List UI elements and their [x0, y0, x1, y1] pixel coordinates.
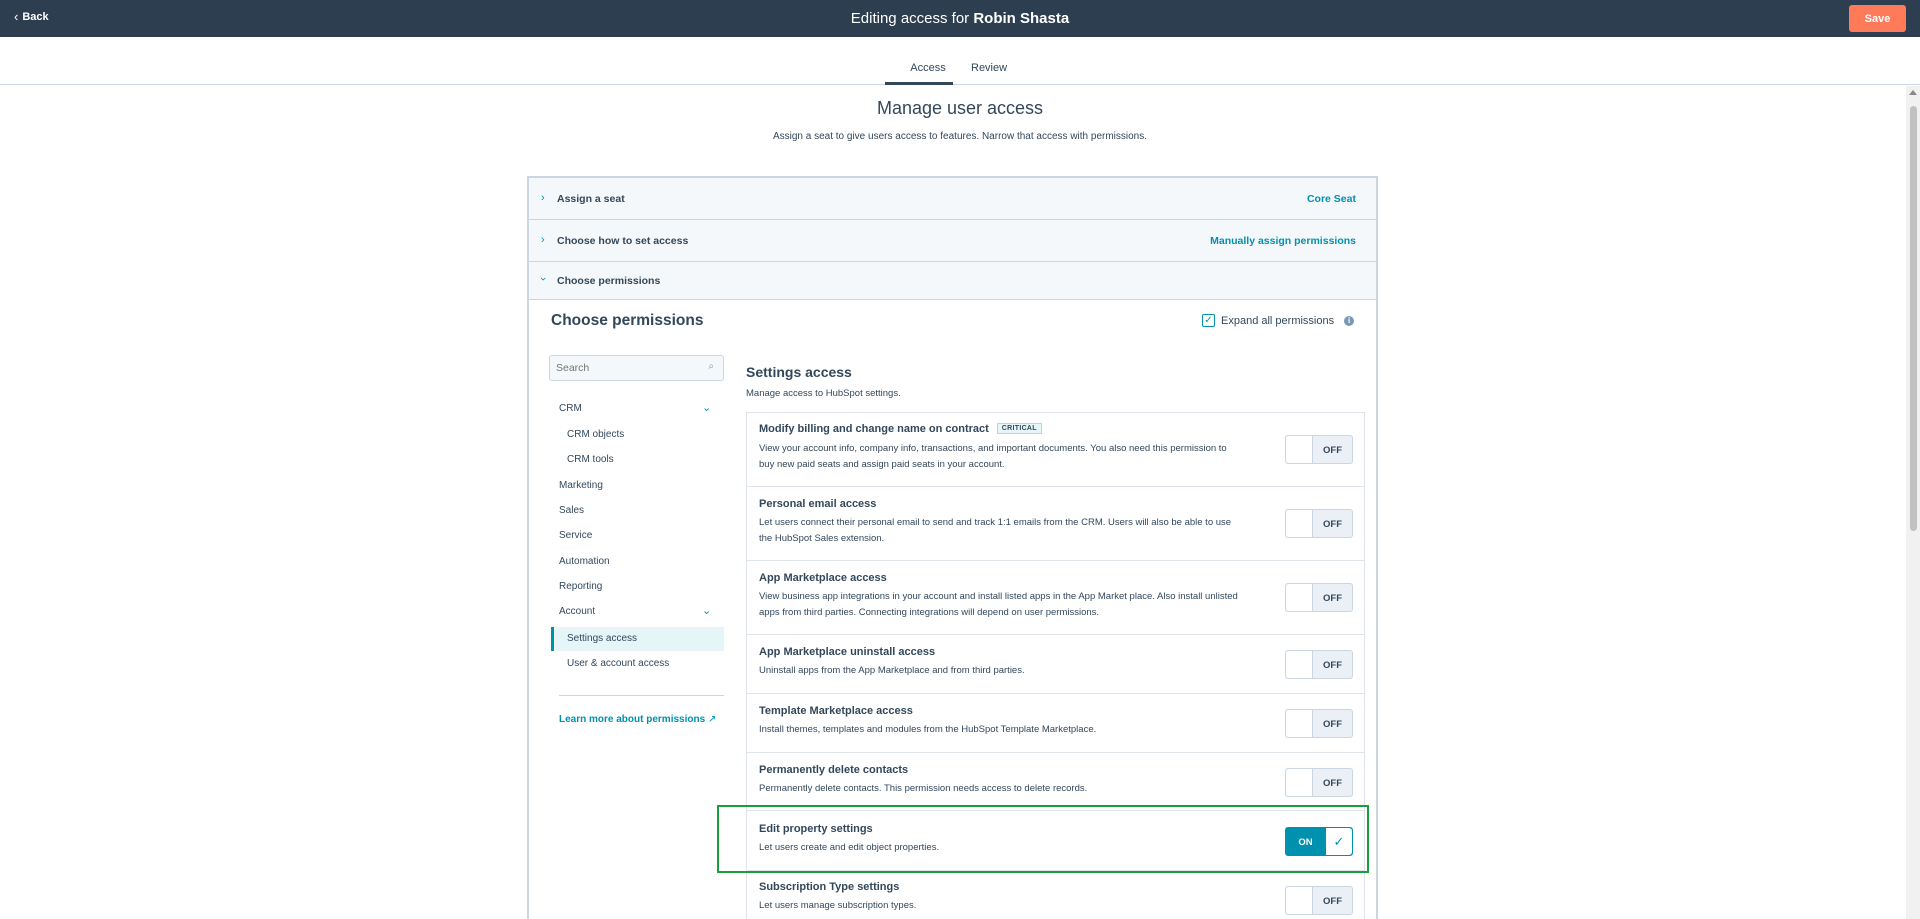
highlight-box	[717, 805, 1369, 873]
info-icon[interactable]: i	[1344, 315, 1355, 326]
learn-more-link[interactable]: Learn more about permissions ↗	[559, 714, 716, 725]
scroll-thumb[interactable]	[1910, 106, 1917, 531]
permission-toggle[interactable]: OFF	[1285, 583, 1353, 612]
toggle-state: OFF	[1323, 593, 1342, 604]
nav-automation[interactable]: Automation	[559, 556, 610, 567]
critical-badge: CRITICAL	[996, 422, 1042, 434]
permission-title: Subscription Type settings	[759, 881, 900, 893]
permission-description: View your account info, company info, tr…	[759, 443, 1227, 470]
toggle-knob	[1286, 887, 1313, 914]
scroll-up-icon[interactable]	[1909, 90, 1917, 95]
permission-title: Template Marketplace access	[759, 705, 913, 717]
permission-toggle[interactable]: OFF	[1285, 768, 1353, 797]
expand-all-permissions[interactable]: ✓ Expand all permissions i	[1202, 314, 1355, 327]
permission-item: Subscription Type settings Let users man…	[746, 871, 1365, 919]
search-input[interactable]	[550, 356, 690, 380]
nav-sales[interactable]: Sales	[559, 505, 584, 516]
nav-crm-tools[interactable]: CRM tools	[567, 454, 614, 465]
permissions-search[interactable]: ⌕	[549, 355, 724, 381]
save-button[interactable]: Save	[1849, 5, 1906, 32]
tab-review[interactable]: Review	[971, 62, 1007, 74]
top-bar: ‹ Back Editing access for Robin Shasta S…	[0, 0, 1920, 37]
toggle-state: OFF	[1323, 660, 1342, 671]
permission-description: Install themes, templates and modules fr…	[759, 724, 1097, 735]
permission-toggle[interactable]: OFF	[1285, 650, 1353, 679]
toggle-state: OFF	[1323, 445, 1342, 456]
toggle-state: OFF	[1323, 719, 1342, 730]
chevron-down-icon: ›	[536, 277, 549, 281]
permission-title: Personal email access	[759, 498, 877, 510]
chevron-right-icon: ›	[541, 192, 545, 204]
toggle-knob	[1286, 769, 1313, 796]
tab-bar: Access Review	[0, 37, 1920, 85]
permission-description: View business app integrations in your a…	[759, 591, 1238, 618]
permission-title: App Marketplace uninstall access	[759, 646, 936, 658]
permission-item: App Marketplace uninstall access Uninsta…	[746, 635, 1365, 694]
nav-reporting[interactable]: Reporting	[559, 581, 602, 592]
access-method-value[interactable]: Manually assign permissions	[1210, 235, 1356, 247]
active-tab-indicator	[885, 82, 953, 85]
page-scrollbar[interactable]	[1906, 86, 1920, 919]
main-subtitle: Assign a seat to give users access to fe…	[772, 131, 1148, 142]
chevron-right-icon: ›	[541, 234, 545, 246]
permission-title: Permanently delete contacts	[759, 764, 909, 776]
chevron-down-icon[interactable]: ⌄	[702, 604, 711, 617]
chevron-down-icon[interactable]: ⌄	[702, 401, 711, 414]
toggle-knob	[1286, 510, 1313, 537]
permission-description: Let users connect their personal email t…	[759, 517, 1232, 544]
nav-service[interactable]: Service	[559, 530, 592, 541]
accordion-how-to-set-access[interactable]: › Choose how to set access Manually assi…	[529, 220, 1376, 262]
toggle-knob	[1286, 651, 1313, 678]
search-icon: ⌕	[708, 361, 714, 372]
toggle-state: OFF	[1323, 896, 1342, 907]
toggle-state: OFF	[1323, 519, 1342, 530]
toggle-state: OFF	[1323, 778, 1342, 789]
section-title: Settings access	[746, 364, 852, 380]
nav-marketing[interactable]: Marketing	[559, 480, 603, 491]
permission-description: Let users manage subscription types.	[759, 900, 917, 911]
toggle-knob	[1286, 436, 1313, 463]
accordion-assign-seat[interactable]: › Assign a seat Core Seat	[529, 178, 1376, 220]
permissions-title: Choose permissions	[551, 312, 704, 329]
permission-item: Modify billing and change name on contra…	[746, 413, 1365, 487]
main-title: Manage user access	[876, 98, 1044, 118]
permission-item: Permanently delete contacts Permanently …	[746, 753, 1365, 811]
permission-toggle[interactable]: OFF	[1285, 886, 1353, 915]
permission-list: Modify billing and change name on contra…	[746, 412, 1365, 919]
permission-item: Personal email access Let users connect …	[746, 487, 1365, 561]
toggle-knob	[1286, 584, 1313, 611]
user-name: Robin Shasta	[973, 10, 1070, 27]
nav-account[interactable]: Account	[559, 606, 595, 617]
nav-crm-objects[interactable]: CRM objects	[567, 429, 624, 440]
permission-toggle[interactable]: OFF	[1285, 709, 1353, 738]
nav-divider	[559, 695, 724, 696]
permission-item: Template Marketplace access Install them…	[746, 694, 1365, 753]
expand-all-checkbox[interactable]: ✓	[1202, 314, 1215, 327]
permission-title: Modify billing and change name on contra…	[759, 423, 989, 435]
permission-item: App Marketplace access View business app…	[746, 561, 1365, 635]
permission-description: Permanently delete contacts. This permis…	[759, 783, 1088, 794]
nav-user-account-access[interactable]: User & account access	[567, 658, 669, 669]
seat-value[interactable]: Core Seat	[1307, 193, 1356, 205]
section-subtitle: Manage access to HubSpot settings.	[746, 388, 901, 399]
accordion-choose-permissions[interactable]: › Choose permissions	[529, 262, 1376, 300]
page-title: Editing access for Robin Shasta	[850, 10, 1070, 27]
permission-title: App Marketplace access	[759, 572, 887, 584]
toggle-knob	[1286, 710, 1313, 737]
external-link-icon: ↗	[707, 714, 717, 725]
nav-settings-access[interactable]: Settings access	[567, 633, 637, 644]
permission-toggle[interactable]: OFF	[1285, 509, 1353, 538]
nav-crm[interactable]: CRM	[559, 403, 582, 414]
permission-description: Uninstall apps from the App Marketplace …	[759, 665, 1025, 676]
tab-access[interactable]: Access	[904, 62, 952, 83]
permission-toggle[interactable]: OFF	[1285, 435, 1353, 464]
